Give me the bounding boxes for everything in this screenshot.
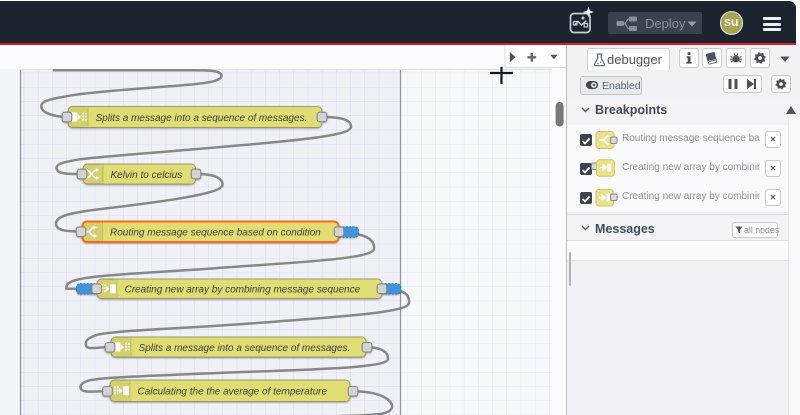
svg-text:Splits a message into a sequen: Splits a message into a sequence of mess…	[96, 113, 308, 124]
svg-text:Kelvin to celcius: Kelvin to celcius	[111, 170, 183, 181]
svg-text:Calculating the the average of: Calculating the the average of temperatu…	[138, 387, 328, 398]
svg-text:Routing message sequence based: Routing message sequence based on condit…	[110, 228, 321, 239]
svg-text:Splits a message into a sequen: Splits a message into a sequence of mess…	[139, 343, 351, 354]
svg-text:Creating new array by combinin: Creating new array by combining message …	[125, 285, 361, 296]
